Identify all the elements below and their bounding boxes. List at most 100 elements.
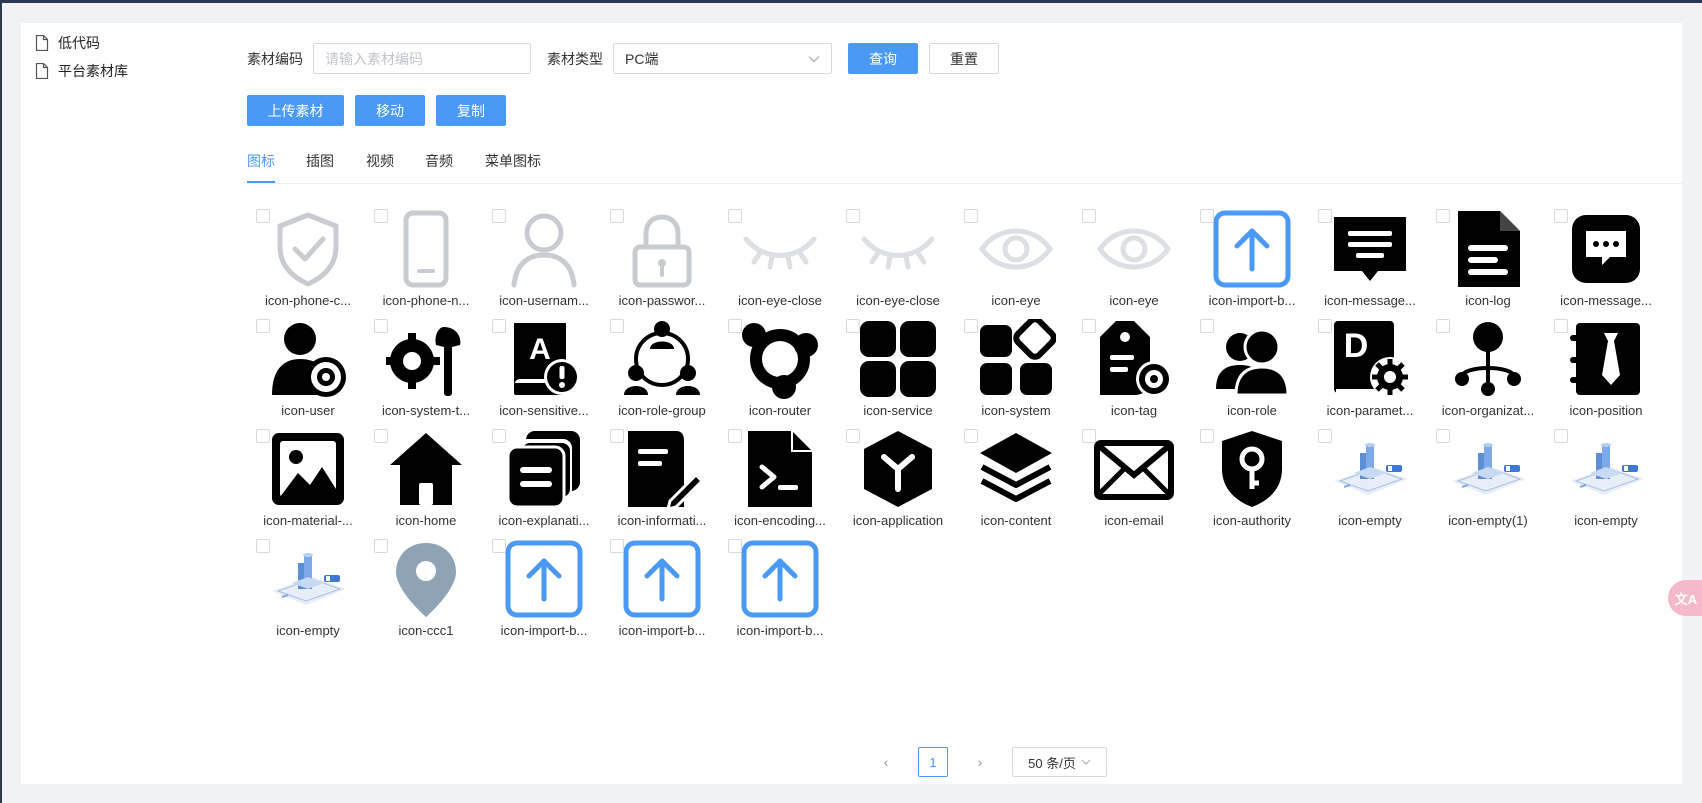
material-card[interactable]: icon-content [957,423,1075,533]
material-checkbox[interactable] [1200,209,1214,223]
tab-icon[interactable]: 图标 [247,140,275,183]
material-card[interactable]: icon-empty [249,533,367,643]
material-card[interactable]: icon-service [839,313,957,423]
material-card[interactable]: icon-application [839,423,957,533]
material-checkbox[interactable] [610,429,624,443]
material-checkbox[interactable] [1082,319,1096,333]
material-card[interactable]: icon-home [367,423,485,533]
material-checkbox[interactable] [374,319,388,333]
tab-menu-icon[interactable]: 菜单图标 [485,140,541,183]
material-checkbox[interactable] [964,319,978,333]
material-checkbox[interactable] [1436,429,1450,443]
material-checkbox[interactable] [1318,319,1332,333]
material-card[interactable]: icon-message... [1547,203,1665,313]
material-checkbox[interactable] [964,209,978,223]
material-card[interactable]: icon-import-b... [603,533,721,643]
upload-material-button[interactable]: 上传素材 [247,95,344,126]
material-checkbox[interactable] [1554,209,1568,223]
material-card[interactable]: icon-eye [957,203,1075,313]
material-checkbox[interactable] [964,429,978,443]
material-card[interactable]: Dicon-paramet... [1311,313,1429,423]
material-card[interactable]: icon-encoding... [721,423,839,533]
material-card[interactable]: icon-log [1429,203,1547,313]
material-card[interactable]: icon-system [957,313,1075,423]
material-checkbox[interactable] [256,209,270,223]
material-card[interactable]: icon-eye-close [839,203,957,313]
material-checkbox[interactable] [492,319,506,333]
material-checkbox[interactable] [374,209,388,223]
material-card[interactable]: icon-system-t... [367,313,485,423]
material-card[interactable]: icon-router [721,313,839,423]
material-card[interactable]: icon-user [249,313,367,423]
material-checkbox[interactable] [1554,319,1568,333]
material-card[interactable]: icon-authority [1193,423,1311,533]
material-card[interactable]: Aicon-sensitive... [485,313,603,423]
material-checkbox[interactable] [728,319,742,333]
material-checkbox[interactable] [1200,429,1214,443]
material-checkbox[interactable] [256,429,270,443]
material-checkbox[interactable] [610,209,624,223]
material-card[interactable]: icon-position [1547,313,1665,423]
material-checkbox[interactable] [610,319,624,333]
tree-item-platform-library[interactable]: 平台素材库 [35,57,235,85]
material-checkbox[interactable] [1082,209,1096,223]
material-checkbox[interactable] [256,319,270,333]
next-page-button[interactable]: › [968,747,992,777]
material-card[interactable]: icon-usernam... [485,203,603,313]
material-checkbox[interactable] [374,539,388,553]
material-card[interactable]: icon-import-b... [485,533,603,643]
material-card[interactable]: icon-empty [1311,423,1429,533]
search-button[interactable]: 查询 [848,43,918,74]
tab-video[interactable]: 视频 [366,140,394,183]
page-size-select[interactable]: 50 条/页 [1012,747,1107,777]
reset-button[interactable]: 重置 [929,43,999,74]
material-card[interactable]: icon-phone-c... [249,203,367,313]
material-card[interactable]: icon-role [1193,313,1311,423]
tab-illustration[interactable]: 插图 [306,140,334,183]
material-card[interactable]: icon-import-b... [721,533,839,643]
prev-page-button[interactable]: ‹ [874,747,898,777]
material-type-select[interactable]: PC端 [613,43,832,74]
material-card[interactable]: icon-eye-close [721,203,839,313]
tab-audio[interactable]: 音频 [425,140,453,183]
material-checkbox[interactable] [256,539,270,553]
material-checkbox[interactable] [846,209,860,223]
material-card[interactable]: icon-empty(1) [1429,423,1547,533]
material-code-input[interactable] [313,43,531,74]
material-checkbox[interactable] [374,429,388,443]
material-card[interactable]: icon-passwor... [603,203,721,313]
material-checkbox[interactable] [728,429,742,443]
material-checkbox[interactable] [1318,429,1332,443]
material-checkbox[interactable] [728,209,742,223]
material-card[interactable]: icon-import-b... [1193,203,1311,313]
material-checkbox[interactable] [846,429,860,443]
material-checkbox[interactable] [1200,319,1214,333]
material-checkbox[interactable] [728,539,742,553]
material-card[interactable]: icon-email [1075,423,1193,533]
material-card[interactable]: icon-empty [1547,423,1665,533]
material-card[interactable]: icon-eye [1075,203,1193,313]
material-card[interactable]: icon-explanati... [485,423,603,533]
material-card[interactable]: icon-informati... [603,423,721,533]
material-checkbox[interactable] [846,319,860,333]
translate-float-icon[interactable]: 文A [1668,580,1702,616]
copy-button[interactable]: 复制 [436,95,506,126]
material-checkbox[interactable] [492,539,506,553]
material-card[interactable]: icon-material-... [249,423,367,533]
material-checkbox[interactable] [1082,429,1096,443]
material-checkbox[interactable] [1554,429,1568,443]
material-checkbox[interactable] [610,539,624,553]
page-number-1[interactable]: 1 [918,747,948,777]
material-checkbox[interactable] [1318,209,1332,223]
move-button[interactable]: 移动 [355,95,425,126]
material-checkbox[interactable] [492,209,506,223]
material-checkbox[interactable] [1436,319,1450,333]
material-card[interactable]: icon-organizat... [1429,313,1547,423]
material-card[interactable]: icon-phone-n... [367,203,485,313]
material-card[interactable]: icon-role-group [603,313,721,423]
tree-item-lowcode[interactable]: 低代码 [35,29,235,57]
material-card[interactable]: icon-ccc1 [367,533,485,643]
material-checkbox[interactable] [1436,209,1450,223]
material-card[interactable]: icon-message... [1311,203,1429,313]
material-card[interactable]: icon-tag [1075,313,1193,423]
